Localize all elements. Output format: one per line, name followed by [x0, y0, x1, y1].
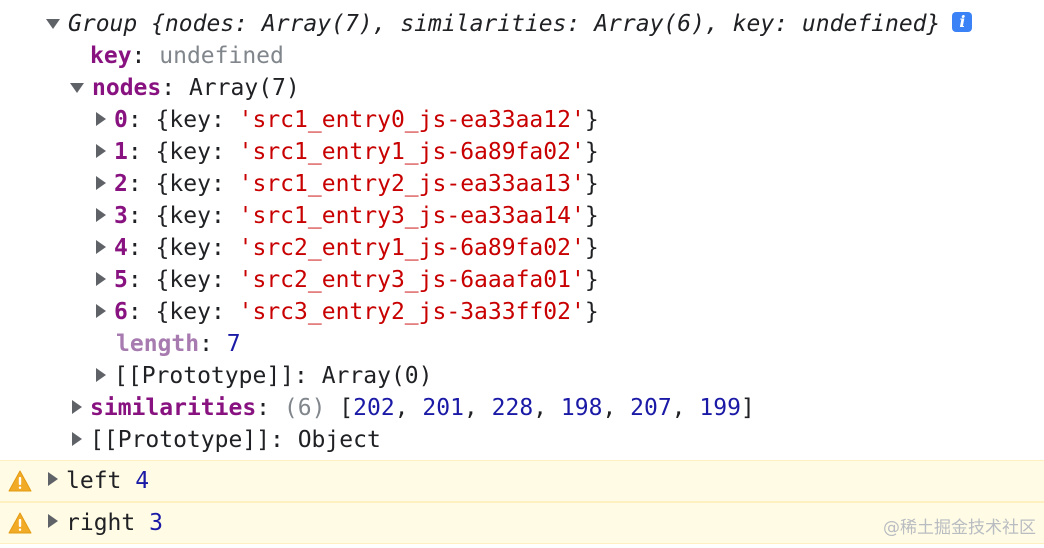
- nodes-property-name: nodes: [92, 75, 162, 101]
- warning-value: 3: [149, 510, 163, 536]
- similarity-value: 199: [699, 395, 741, 421]
- node-key-value: 'src1_entry3_js-ea33aa14': [238, 203, 585, 229]
- similarities-count: (6): [283, 395, 326, 421]
- nodes-prototype-text: [[Prototype]]: Array(0): [114, 363, 433, 389]
- expand-triangle-icon[interactable]: [96, 143, 106, 158]
- watermark: @稀土掘金技术社区: [883, 518, 1036, 538]
- collapse-triangle-icon[interactable]: [46, 18, 60, 29]
- similarities-property-row[interactable]: similarities: (6) [202, 201, 228, 198, 2…: [72, 392, 755, 424]
- node-item-row[interactable]: 6: {key: 'src3_entry2_js-3a33ff02'}: [96, 296, 599, 328]
- expand-triangle-icon[interactable]: [72, 399, 82, 414]
- length-property-name: length: [116, 331, 200, 357]
- node-item-row[interactable]: 1: {key: 'src1_entry1_js-6a89fa02'}: [96, 136, 599, 168]
- warning-message-row[interactable]: left 4: [0, 460, 1044, 502]
- key-property-name: key: [90, 43, 132, 69]
- expand-triangle-icon[interactable]: [96, 239, 106, 254]
- warning-icon: [8, 512, 32, 534]
- node-item-row[interactable]: 5: {key: 'src2_entry3_js-6aaafa01'}: [96, 264, 599, 296]
- key-property-value: undefined: [159, 43, 284, 69]
- nodes-prototype-row[interactable]: [[Prototype]]: Array(0): [96, 360, 433, 392]
- node-index: 0: [114, 107, 128, 133]
- node-key-value: 'src3_entry2_js-3a33ff02': [238, 299, 585, 325]
- similarity-value: 228: [491, 395, 534, 421]
- expand-triangle-icon[interactable]: [96, 271, 106, 286]
- expand-triangle-icon[interactable]: [96, 111, 106, 126]
- similarities-property-name: similarities: [90, 395, 257, 421]
- node-key-value: 'src1_entry0_js-ea33aa12': [238, 107, 585, 133]
- group-prototype-row[interactable]: [[Prototype]]: Object: [72, 424, 381, 456]
- similarity-value: 198: [560, 395, 603, 421]
- group-prototype-text: [[Prototype]]: Object: [90, 427, 381, 453]
- node-item-row[interactable]: 3: {key: 'src1_entry3_js-ea33aa14'}: [96, 200, 599, 232]
- nodes-length-row: length: 7: [116, 331, 241, 357]
- node-index: 6: [114, 299, 128, 325]
- group-header-text: Group {nodes: Array(7), similarities: Ar…: [68, 11, 941, 37]
- group-header-row[interactable]: Group {nodes: Array(7), similarities: Ar…: [46, 8, 973, 40]
- node-index: 4: [114, 235, 128, 261]
- node-key-value: 'src2_entry1_js-6a89fa02': [238, 235, 585, 261]
- expand-triangle-icon[interactable]: [48, 472, 58, 486]
- expand-triangle-icon[interactable]: [96, 175, 106, 190]
- node-item-row[interactable]: 2: {key: 'src1_entry2_js-ea33aa13'}: [96, 168, 599, 200]
- console-panel: Group {nodes: Array(7), similarities: Ar…: [0, 0, 1044, 548]
- node-key-value: 'src1_entry2_js-ea33aa13': [238, 171, 585, 197]
- node-key-value: 'src2_entry3_js-6aaafa01': [238, 267, 585, 293]
- key-property-row: key: undefined: [90, 43, 284, 69]
- similarity-value: 201: [422, 395, 464, 421]
- expand-triangle-icon[interactable]: [96, 303, 106, 318]
- warning-icon: [8, 470, 32, 492]
- expand-triangle-icon[interactable]: [72, 431, 82, 446]
- node-item-row[interactable]: 0: {key: 'src1_entry0_js-ea33aa12'}: [96, 104, 599, 136]
- node-key-value: 'src1_entry1_js-6a89fa02': [238, 139, 585, 165]
- similarity-value: 207: [630, 395, 672, 421]
- warning-value: 4: [135, 468, 150, 494]
- expand-triangle-icon[interactable]: [96, 207, 106, 222]
- warning-label: right: [66, 510, 136, 536]
- length-property-value: 7: [226, 331, 241, 357]
- node-index: 5: [114, 267, 128, 293]
- node-index: 3: [114, 203, 128, 229]
- node-item-row[interactable]: 4: {key: 'src2_entry1_js-6a89fa02'}: [96, 232, 599, 264]
- collapse-triangle-icon[interactable]: [70, 82, 84, 93]
- expand-triangle-icon[interactable]: [48, 514, 58, 528]
- warning-label: left: [66, 468, 122, 494]
- node-index: 2: [114, 171, 128, 197]
- expand-triangle-icon[interactable]: [96, 367, 106, 382]
- node-index: 1: [114, 139, 128, 165]
- nodes-property-row[interactable]: nodes: Array(7): [70, 72, 300, 104]
- nodes-property-summary: Array(7): [188, 75, 300, 101]
- similarity-value: 202: [353, 395, 395, 421]
- info-icon[interactable]: i: [952, 11, 973, 32]
